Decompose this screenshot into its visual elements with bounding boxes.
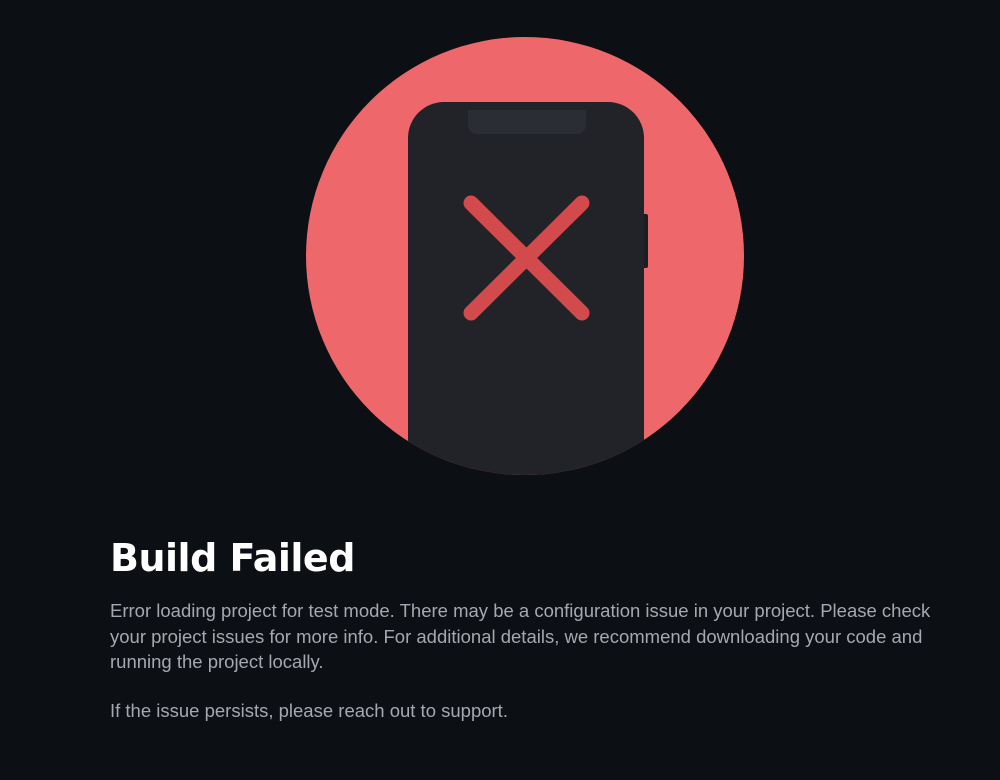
page-title: Build Failed <box>110 536 355 580</box>
support-note: If the issue persists, please reach out … <box>110 699 508 721</box>
error-description: Error loading project for test mode. The… <box>110 600 931 672</box>
phone-body <box>408 102 644 475</box>
phone-notch <box>468 110 586 134</box>
build-failed-page: Build Failed Error loading project for t… <box>0 0 1000 780</box>
phone-error-illustration <box>306 37 744 475</box>
error-message: Build Failed Error loading project for t… <box>110 532 940 723</box>
phone-error-icon <box>305 36 745 476</box>
